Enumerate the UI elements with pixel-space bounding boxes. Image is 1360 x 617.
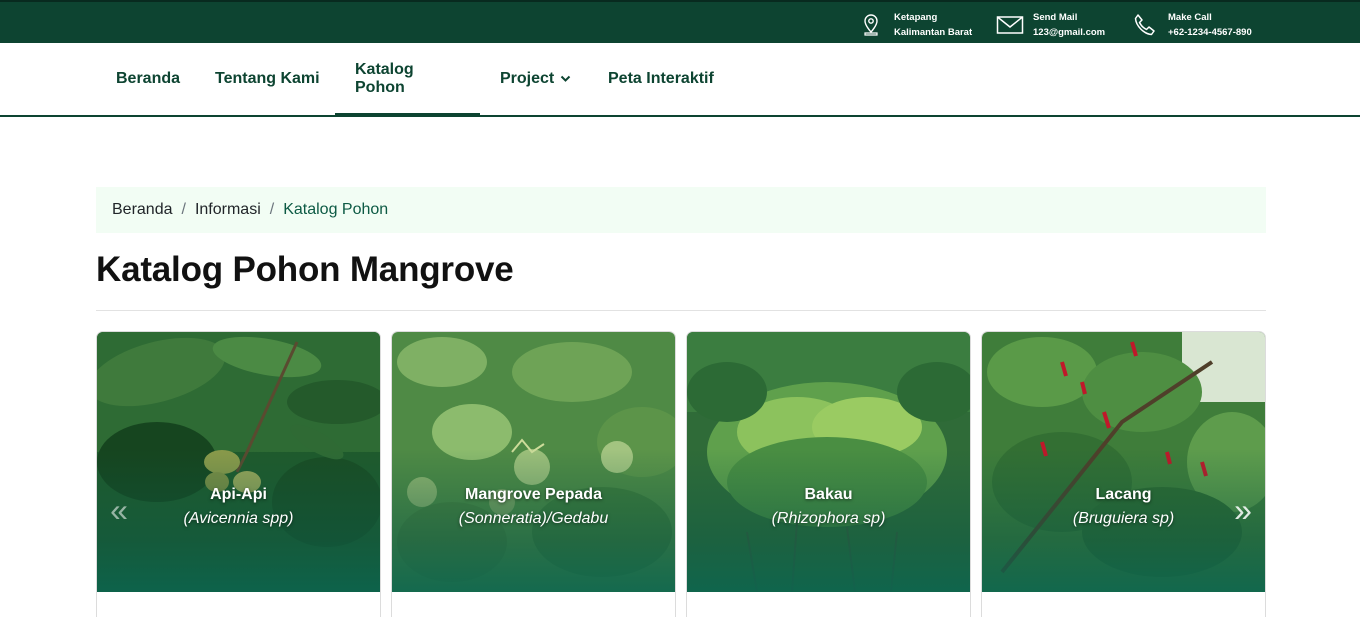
breadcrumb-separator: /	[269, 201, 275, 218]
tree-latin-name: (Bruguiera sp)	[1072, 510, 1175, 527]
nav-beranda[interactable]: Beranda	[96, 43, 200, 115]
tree-card-lacang[interactable]: Lacang (Bruguiera sp)	[981, 331, 1266, 617]
tree-name: Lacang	[1095, 486, 1152, 503]
tree-name: Api-Api	[210, 486, 267, 503]
location-line2: Kalimantan Barat	[894, 27, 973, 38]
tree-card-label: Api-Api (Avicennia spp)	[97, 485, 380, 533]
tree-card-api-api[interactable]: Api-Api (Avicennia spp)	[96, 331, 381, 617]
tree-name: Mangrove Pepada	[465, 486, 602, 503]
tree-card-label: Lacang (Bruguiera sp)	[982, 485, 1265, 533]
divider	[96, 310, 1266, 311]
image-overlay	[982, 332, 1265, 592]
tree-latin-name: (Sonneratia)/Gedabu	[458, 510, 609, 527]
nav-katalog-pohon[interactable]: Katalog Pohon	[335, 43, 480, 117]
image-overlay	[392, 332, 675, 592]
page-title: Katalog Pohon Mangrove	[96, 250, 514, 289]
breadcrumb-current: Katalog Pohon	[283, 201, 389, 218]
tree-card-mangrove-pepada[interactable]: Mangrove Pepada (Sonneratia)/Gedabu	[391, 331, 676, 617]
nav-tentang-kami[interactable]: Tentang Kami	[195, 43, 340, 115]
breadcrumb-beranda[interactable]: Beranda	[112, 201, 173, 219]
map-pin-icon	[856, 12, 886, 38]
call-line1: Make Call	[1168, 12, 1212, 23]
image-overlay	[687, 332, 970, 592]
call-contact[interactable]: Make Call +62-1234-4567-890	[1130, 10, 1252, 40]
mail-contact[interactable]: Send Mail 123@gmail.com	[995, 10, 1105, 40]
mail-line2[interactable]: 123@gmail.com	[1033, 25, 1105, 40]
tree-card-bakau[interactable]: Bakau (Rhizophora sp)	[686, 331, 971, 617]
call-line2[interactable]: +62-1234-4567-890	[1168, 25, 1252, 40]
tree-latin-name: (Rhizophora sp)	[771, 510, 886, 527]
nav-peta-interaktif[interactable]: Peta Interaktif	[588, 43, 734, 115]
nav-project-label: Project	[500, 70, 555, 87]
tree-latin-name: (Avicennia spp)	[183, 510, 294, 527]
chevron-down-icon	[560, 70, 571, 88]
tree-card-label: Mangrove Pepada (Sonneratia)/Gedabu	[392, 485, 675, 533]
carousel-next-icon[interactable]: »	[1228, 490, 1258, 530]
top-contact-bar: Ketapang Kalimantan Barat Send Mail 123@…	[0, 0, 1360, 43]
phone-icon	[1130, 12, 1160, 38]
breadcrumb: Beranda / Informasi / Katalog Pohon	[96, 187, 1266, 233]
location-line1: Ketapang	[894, 12, 938, 23]
tree-name: Bakau	[804, 486, 853, 503]
breadcrumb-informasi[interactable]: Informasi	[195, 201, 261, 219]
carousel-prev-icon[interactable]: «	[104, 490, 134, 530]
location-contact: Ketapang Kalimantan Barat	[856, 10, 972, 40]
main-navbar: Beranda Tentang Kami Katalog Pohon Proje…	[0, 43, 1360, 117]
envelope-icon	[995, 12, 1025, 38]
breadcrumb-separator: /	[181, 201, 186, 218]
nav-project[interactable]: Project	[480, 43, 591, 115]
image-overlay	[97, 332, 380, 592]
mail-line1: Send Mail	[1033, 12, 1078, 23]
tree-card-label: Bakau (Rhizophora sp)	[687, 485, 970, 533]
